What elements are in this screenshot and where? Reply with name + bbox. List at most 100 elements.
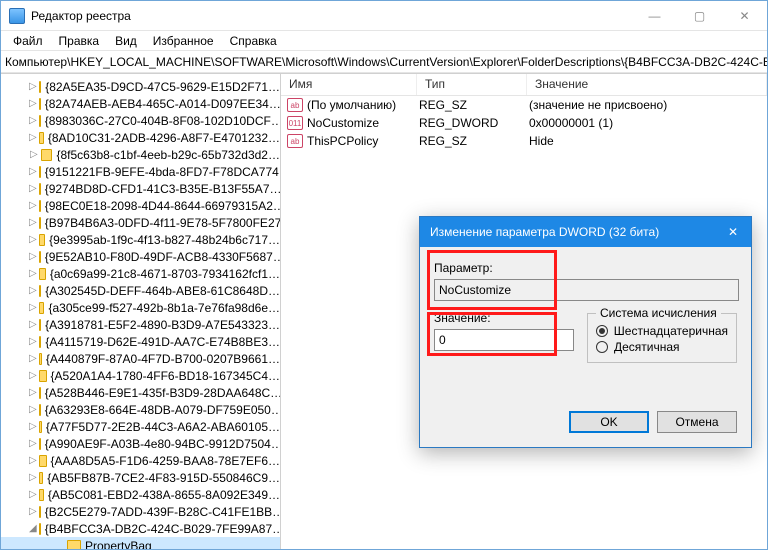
tree-item[interactable]: ◢ {B4BFCC3A-DB2C-424C-B029-7FE99A87… bbox=[1, 520, 280, 537]
highlight-box-2 bbox=[427, 312, 557, 356]
cell-value: Hide bbox=[529, 134, 767, 148]
maximize-button[interactable]: ▢ bbox=[677, 1, 722, 31]
cell-name: NoCustomize bbox=[307, 116, 419, 130]
tree-item[interactable]: ▷{B2C5E279-7ADD-439F-B28C-C41FE1BB… bbox=[1, 503, 280, 520]
expand-icon: ▷ bbox=[29, 81, 37, 92]
address-bar[interactable]: Компьютер\HKEY_LOCAL_MACHINE\SOFTWARE\Mi… bbox=[1, 51, 767, 73]
folder-icon bbox=[39, 472, 43, 484]
radio-dec[interactable]: Десятичная bbox=[596, 340, 728, 354]
col-type[interactable]: Тип bbox=[417, 74, 527, 95]
expand-icon: ◢ bbox=[29, 523, 37, 534]
menu-edit[interactable]: Правка bbox=[51, 31, 108, 50]
tree-item[interactable]: ▷{A302545D-DEFF-464b-ABE8-61C8648D… bbox=[1, 282, 280, 299]
tree-item[interactable]: ▷{8AD10C31-2ADB-4296-A8F7-E4701232… bbox=[1, 129, 280, 146]
radio-hex[interactable]: Шестнадцатеричная bbox=[596, 324, 728, 338]
expand-icon: ▷ bbox=[29, 302, 37, 313]
menu-file[interactable]: Файл bbox=[5, 31, 51, 50]
tree-item[interactable]: ▷{A4115719-D62E-491D-AA7C-E74B8BE3… bbox=[1, 333, 280, 350]
value-type-icon: 011 bbox=[287, 116, 303, 130]
tree-item[interactable]: ▷{A440879F-87A0-4F7D-B700-0207B9661… bbox=[1, 350, 280, 367]
menu-view[interactable]: Вид bbox=[107, 31, 145, 50]
tree-item[interactable]: ▷{AB5C081-EBD2-438A-8655-8A092E349… bbox=[1, 486, 280, 503]
expand-icon: ▷ bbox=[29, 370, 37, 381]
tree-item[interactable]: ▷{A990AE9F-A03B-4e80-94BC-9912D7504… bbox=[1, 435, 280, 452]
tree-item[interactable]: ▷{98EC0E18-2098-4D44-8644-66979315A2… bbox=[1, 197, 280, 214]
value-type-icon: ab bbox=[287, 134, 303, 148]
tree-item[interactable]: ▷{A528B446-E9E1-435f-B3D9-28DAA648C… bbox=[1, 384, 280, 401]
dialog-titlebar: Изменение параметра DWORD (32 бита) ✕ bbox=[420, 217, 751, 247]
close-button[interactable]: ✕ bbox=[722, 1, 767, 31]
cancel-button[interactable]: Отмена bbox=[657, 411, 737, 433]
folder-icon bbox=[39, 132, 44, 144]
tree-item[interactable]: ▷{AB5FB87B-7CE2-4F83-915D-550846C9… bbox=[1, 469, 280, 486]
folder-icon bbox=[39, 421, 42, 433]
tree-item[interactable]: ▷ {82A5EA35-D9CD-47C5-9629-E15D2F71… bbox=[1, 78, 280, 95]
folder-icon bbox=[39, 98, 41, 110]
tree-item[interactable]: ▷{82A74AEB-AEB4-465C-A014-D097EE34… bbox=[1, 95, 280, 112]
list-row[interactable]: abThisPCPolicyREG_SZHide bbox=[281, 132, 767, 150]
tree-item[interactable]: ▷{8f5c63b8-c1bf-4eeb-b29c-65b732d3d2… bbox=[1, 146, 280, 163]
base-legend: Система исчисления bbox=[596, 306, 721, 320]
titlebar: Редактор реестра — ▢ ✕ bbox=[1, 1, 767, 31]
tree-item-label: {A520A1A4-1780-4FF6-BD18-167345C4… bbox=[51, 369, 280, 383]
expand-icon: ▷ bbox=[29, 217, 37, 228]
content-area: ▷ {82A5EA35-D9CD-47C5-9629-E15D2F71…▷{82A… bbox=[1, 73, 767, 549]
tree-item-label: {8AD10C31-2ADB-4296-A8F7-E4701232… bbox=[48, 131, 280, 145]
cell-value: (значение не присвоено) bbox=[529, 98, 767, 112]
expand-icon: ▷ bbox=[29, 387, 37, 398]
tree-item[interactable]: ▷ {A77F5D77-2E2B-44C3-A6A2-ABA60105… bbox=[1, 418, 280, 435]
tree-item-label: {82A5EA35-D9CD-47C5-9629-E15D2F71… bbox=[45, 80, 280, 94]
key-tree[interactable]: ▷ {82A5EA35-D9CD-47C5-9629-E15D2F71…▷{82A… bbox=[1, 74, 281, 549]
tree-item[interactable]: ▷{9e3995ab-1f9c-4f13-b827-48b24b6c717… bbox=[1, 231, 280, 248]
expand-icon: ▷ bbox=[29, 166, 37, 177]
expand-icon: ▷ bbox=[29, 438, 37, 449]
ok-button[interactable]: OK bbox=[569, 411, 649, 433]
highlight-box-1 bbox=[427, 250, 557, 310]
tree-item-label: {A4115719-D62E-491D-AA7C-E74B8BE3… bbox=[45, 335, 280, 349]
list-row[interactable]: ab(По умолчанию)REG_SZ(значение не присв… bbox=[281, 96, 767, 114]
expand-icon: ▷ bbox=[29, 353, 37, 364]
folder-icon bbox=[39, 234, 45, 246]
dialog-close-button[interactable]: ✕ bbox=[715, 217, 751, 247]
col-name[interactable]: Имя bbox=[281, 74, 417, 95]
folder-icon bbox=[39, 81, 42, 93]
tree-item[interactable]: ▷ {A63293E8-664E-48DB-A079-DF759E050… bbox=[1, 401, 280, 418]
folder-icon bbox=[39, 200, 41, 212]
tree-item-label: {8f5c63b8-c1bf-4eeb-b29c-65b732d3d2… bbox=[56, 148, 280, 162]
tree-item-label: {A63293E8-664E-48DB-A079-DF759E050… bbox=[45, 403, 281, 417]
expand-icon: ▷ bbox=[29, 421, 37, 432]
expand-icon: ▷ bbox=[29, 251, 37, 262]
tree-item-label: {AB5FB87B-7CE2-4F83-915D-550846C9… bbox=[47, 471, 280, 485]
tree-item[interactable]: ▷{B97B4B6A3-0DFD-4f11-9E78-5F7800FE27… bbox=[1, 214, 280, 231]
cell-type: REG_SZ bbox=[419, 134, 529, 148]
folder-icon bbox=[39, 166, 41, 178]
expand-icon: ▷ bbox=[29, 489, 37, 500]
tree-item-label: {a305ce99-f527-492b-8b1a-7e76fa98d6e… bbox=[48, 301, 280, 315]
tree-item[interactable]: PropertyBag bbox=[1, 537, 280, 549]
value-type-icon: ab bbox=[287, 98, 303, 112]
folder-icon bbox=[39, 319, 41, 331]
tree-item-label: {B4BFCC3A-DB2C-424C-B029-7FE99A87… bbox=[45, 522, 281, 536]
tree-item[interactable]: ▷{8983036C-27C0-404B-8F08-102D10DCF… bbox=[1, 112, 280, 129]
tree-item[interactable]: ▷{9E52AB10-F80D-49DF-ACB8-4330F5687… bbox=[1, 248, 280, 265]
tree-item[interactable]: ▷ {a305ce99-f527-492b-8b1a-7e76fa98d6e… bbox=[1, 299, 280, 316]
menu-help[interactable]: Справка bbox=[222, 31, 285, 50]
tree-item-label: {A77F5D77-2E2B-44C3-A6A2-ABA60105… bbox=[46, 420, 280, 434]
tree-item[interactable]: ▷{a0c69a99-21c8-4671-8703-7934162fcf1… bbox=[1, 265, 280, 282]
tree-item[interactable]: ▷{9151221FB-9EFE-4bda-8FD7-F78DCA774… bbox=[1, 163, 280, 180]
tree-item[interactable]: ▷{A3918781-E5F2-4890-B3D9-A7E543323… bbox=[1, 316, 280, 333]
menu-favorites[interactable]: Избранное bbox=[145, 31, 222, 50]
tree-item-label: {8983036C-27C0-404B-8F08-102D10DCF… bbox=[45, 114, 281, 128]
folder-icon bbox=[39, 489, 44, 501]
tree-item-label: PropertyBag bbox=[85, 539, 152, 550]
expand-icon: ▷ bbox=[29, 183, 37, 194]
expand-icon: ▷ bbox=[29, 404, 37, 415]
minimize-button[interactable]: — bbox=[632, 1, 677, 31]
tree-item[interactable]: ▷ {A520A1A4-1780-4FF6-BD18-167345C4… bbox=[1, 367, 280, 384]
tree-item[interactable]: ▷{AAA8D5A5-F1D6-4259-BAA8-78E7EF6… bbox=[1, 452, 280, 469]
menubar: Файл Правка Вид Избранное Справка bbox=[1, 31, 767, 51]
list-row[interactable]: 011NoCustomizeREG_DWORD0x00000001 (1) bbox=[281, 114, 767, 132]
tree-item[interactable]: ▷{9274BD8D-CFD1-41C3-B35E-B13F55A7… bbox=[1, 180, 280, 197]
expand-icon: ▷ bbox=[29, 455, 37, 466]
col-value[interactable]: Значение bbox=[527, 74, 767, 95]
